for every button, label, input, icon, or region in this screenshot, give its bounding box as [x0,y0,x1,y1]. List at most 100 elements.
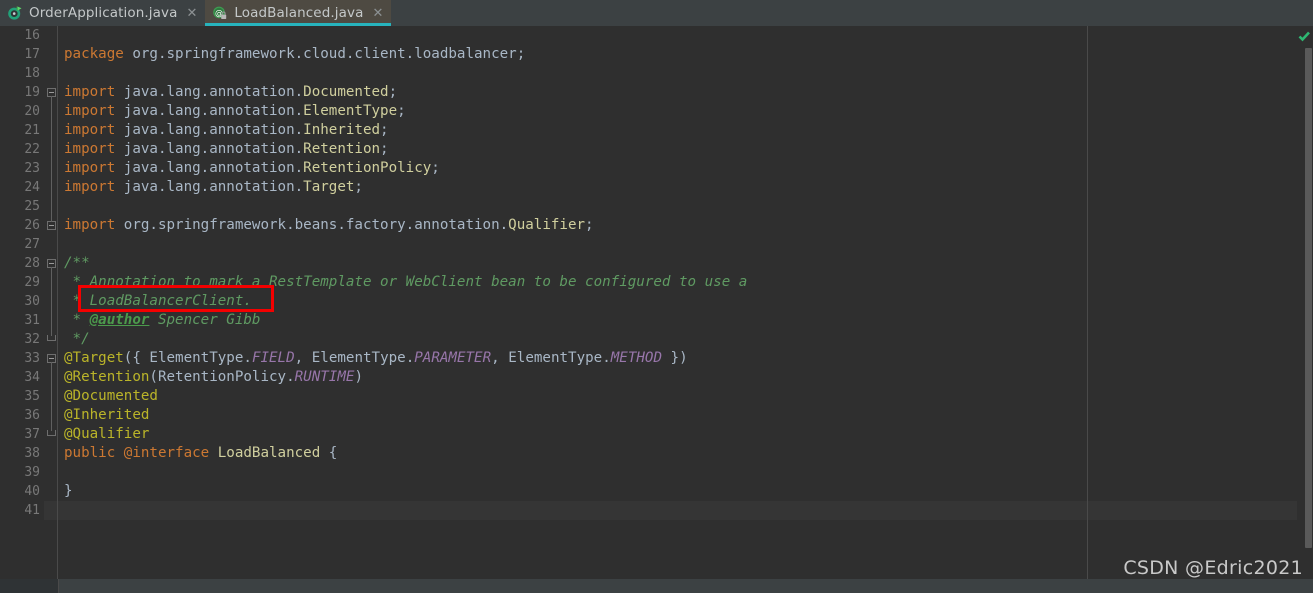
inspection-strip[interactable] [1297,26,1313,579]
java-annotation-icon: @ [212,5,228,21]
code-token: ElementType [303,103,398,119]
code-token: import [64,141,116,157]
code-token: import [64,217,116,233]
line-number: 38 [24,446,40,461]
code-line[interactable]: * @author Spencer Gibb [64,311,261,330]
code-token: import [64,84,116,100]
code-token: RUNTIME [294,369,355,385]
line-number: 16 [24,28,40,43]
code-token: public [64,445,124,461]
code-folding-gutter[interactable] [44,26,58,579]
code-token: @Qualifier [64,426,150,442]
code-token: { [320,445,338,461]
code-token: . [286,369,295,385]
code-token: , [294,350,312,366]
tab-label: OrderApplication.java [29,5,178,21]
code-token: } [64,483,73,499]
code-line[interactable]: @Qualifier [64,425,149,444]
close-icon[interactable]: ✕ [186,7,197,20]
code-line[interactable]: @Inherited [64,406,149,425]
tab-order-application[interactable]: OrderApplication.java ✕ [0,0,206,26]
code-line[interactable]: import java.lang.annotation.Retention; [64,140,389,159]
line-number: 19 [24,85,40,100]
right-margin-guide [1087,26,1088,579]
fold-collapse-icon[interactable] [47,221,56,230]
code-token: ; [431,160,440,176]
code-token: java.lang.annotation. [115,122,304,138]
code-token: ; [380,122,389,138]
code-token: RetentionPolicy [303,160,432,176]
line-number: 33 [24,351,40,366]
code-editor[interactable]: 16 17 18 19 20 21 22 23 24 25 26 27 28 29 30 31 32 33 34 35… [0,26,1313,579]
line-number: 28 [24,256,40,271]
code-token: org.springframework.beans.factory.annota… [115,217,509,233]
code-token: PARAMETER [414,350,492,366]
csdn-watermark: CSDN @Edric2021 [1123,557,1303,579]
fold-guide-line [51,362,52,431]
code-line[interactable]: public @interface LoadBalanced { [64,444,337,463]
green-check-icon[interactable] [1298,28,1311,42]
line-number: 23 [24,161,40,176]
code-line[interactable]: * Annotation to mark a RestTemplate or W… [64,273,748,292]
fold-guide-line [51,96,52,222]
status-bar-left-segment [0,579,59,593]
code-line[interactable]: import java.lang.annotation.Target; [64,178,363,197]
code-line[interactable]: import java.lang.annotation.ElementType; [64,102,406,121]
code-token: */ [64,331,90,347]
code-token: ; [397,103,406,119]
line-number: 37 [24,427,40,442]
code-line[interactable]: import org.springframework.beans.factory… [64,216,594,235]
code-line[interactable]: @Documented [64,387,158,406]
code-token: ; [380,141,389,157]
code-token: @author [89,312,150,328]
code-token: * LoadBalancerClient. [64,293,252,309]
code-line[interactable]: import java.lang.annotation.Inherited; [64,121,389,140]
code-token: ; [354,179,363,195]
code-token: . [243,350,252,366]
line-number: 30 [24,294,40,309]
code-token: FIELD [251,350,295,366]
code-token: import [64,160,116,176]
status-bar [0,579,1313,593]
code-token: package [64,46,124,62]
code-token: ; [388,84,398,100]
tab-load-balanced[interactable]: @ LoadBalanced.java ✕ [205,0,392,26]
line-number: 25 [24,199,40,214]
line-number: 18 [24,66,40,81]
line-number: 36 [24,408,40,423]
code-line[interactable]: /** [64,254,90,273]
code-token: METHOD [610,350,662,366]
line-number: 29 [24,275,40,290]
code-line[interactable]: package org.springframework.cloud.client… [64,45,525,64]
line-number: 26 [24,218,40,233]
code-line[interactable]: @Retention(RetentionPolicy.RUNTIME) [64,368,363,387]
code-token: LoadBalanced [217,445,321,461]
line-number: 20 [24,104,40,119]
line-number: 21 [24,123,40,138]
code-token: * [64,312,90,328]
line-number: 27 [24,237,40,252]
code-line[interactable]: import java.lang.annotation.Documented; [64,83,397,102]
code-token: . [602,350,611,366]
code-token: }) [662,350,688,366]
code-token: java.lang.annotation. [115,103,304,119]
editor-tab-bar: OrderApplication.java ✕ @ LoadBalanced.j… [0,0,1313,26]
code-line[interactable]: */ [64,330,90,349]
code-content[interactable]: package org.springframework.cloud.client… [58,26,1313,579]
ide-editor-window: OrderApplication.java ✕ @ LoadBalanced.j… [0,0,1313,593]
editor-scrollbar-thumb[interactable] [1305,48,1312,548]
code-token: Retention [303,141,381,157]
code-line[interactable]: * LoadBalancerClient. [64,292,252,311]
code-token: java.lang.annotation. [115,179,304,195]
line-number: 40 [24,484,40,499]
code-line[interactable]: @Target({ ElementType.FIELD, ElementType… [64,349,688,368]
close-icon[interactable]: ✕ [372,7,383,20]
line-number: 32 [24,332,40,347]
code-token: ( [149,369,158,385]
code-token: java.lang.annotation. [115,141,304,157]
code-token: java.lang.annotation. [115,84,304,100]
code-line[interactable]: import java.lang.annotation.RetentionPol… [64,159,440,178]
code-line[interactable]: } [64,482,73,501]
line-number: 22 [24,142,40,157]
line-number: 24 [24,180,40,195]
